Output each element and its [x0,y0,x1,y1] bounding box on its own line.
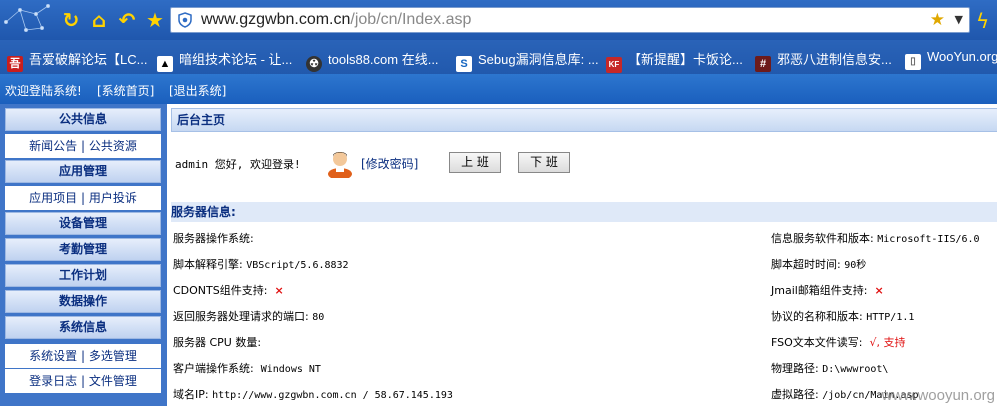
sidebar-item-projects-complaints[interactable]: 应用项目 | 用户投诉 [5,186,161,210]
sidebar-section-attendance[interactable]: 考勤管理 [5,238,161,261]
info-label: 信息服务软件和版本: Microsoft-IIS/6.0 [771,232,980,245]
clock-out-button[interactable]: 下 班 [518,152,570,173]
sidebar-section-public-info[interactable]: 公共信息 [5,108,161,131]
info-label: Jmail邮箱组件支持: × [771,284,884,297]
bookmark-item[interactable]: S Sebug漏洞信息库: ... [456,49,599,72]
info-label: 服务器 CPU 数量: [173,336,262,349]
bookmark-item[interactable]: ▯ WooYun.org [905,49,997,70]
sidebar-item-settings-multiselect[interactable]: 系统设置 | 多选管理 [5,344,161,368]
sidebar-section-app-management[interactable]: 应用管理 [5,160,161,183]
cross-icon: × [274,284,284,297]
cross-icon: × [874,284,884,297]
refresh-icon[interactable]: ↻ [60,9,82,31]
info-label: CDONTS组件支持: × [173,284,284,297]
shield-icon [178,12,192,28]
user-avatar-icon [328,152,352,178]
sidebar-section-data-operations[interactable]: 数据操作 [5,290,161,313]
bookmark-item[interactable]: 吾吾爱破解论坛【LC... [7,49,147,72]
browser-nav-bar: ↻ ⌂ ↶ ★ www.gzgwbn.com.cn/job/cn/Index.a… [0,0,997,40]
info-label: 服务器操作系统: [173,232,254,245]
info-row: 脚本解释引擎: VBScript/5.6.8832 脚本超时时间: 90秒 [171,250,997,276]
home-icon[interactable]: ⌂ [88,9,110,31]
sidebar-section-system-info[interactable]: 系统信息 [5,316,161,339]
52pojie-icon: 吾 [7,56,23,72]
main-content: 后台主页 admin 您好, 欢迎登录! [修改密码] 上 班 下 班 服务器信… [165,104,997,406]
kafan-icon: KF [606,57,622,73]
watermark: www.wooyun.org [881,387,995,404]
welcome-text: 欢迎登陆系统! [5,84,82,98]
sidebar: 公共信息 新闻公告 | 公共资源 应用管理 应用项目 | 用户投诉 设备管理 考… [0,104,165,406]
bookmark-item[interactable]: KF 【新提醒】卡饭论... [606,49,743,73]
info-row: 服务器操作系统: 信息服务软件和版本: Microsoft-IIS/6.0 [171,224,997,250]
info-label: 客户端操作系统: Windows NT [173,362,321,375]
tools88-icon: ☢ [306,56,322,72]
sebug-icon: S [456,56,472,72]
info-row: CDONTS组件支持: × Jmail邮箱组件支持: × [171,276,997,302]
sidebar-section-device-management[interactable]: 设备管理 [5,212,161,235]
info-label: 物理路径: D:\wwwroot\ [771,362,889,375]
bookmark-item[interactable]: # 邪恶八进制信息安... [755,49,892,72]
info-row: 域名IP: http://www.gzgwbn.com.cn / 58.67.1… [171,380,997,406]
clock-in-button[interactable]: 上 班 [449,152,501,173]
info-label: 脚本解释引擎: VBScript/5.6.8832 [173,258,349,271]
chevron-down-icon[interactable]: ▼ [955,13,963,26]
browser-logo-icon [4,4,51,32]
logout-link[interactable]: [退出系统] [169,82,226,99]
bookmark-item[interactable]: ▲ 暗组技术论坛 - 让... [157,49,292,72]
darkgroup-icon: ▲ [157,56,173,72]
info-label: FSO文本文件读写: √, 支持 [771,336,906,349]
eviloctal-icon: # [755,56,771,72]
bookmark-star-icon[interactable]: ★ [930,10,945,30]
bookmark-item[interactable]: ☢ tools88.com 在线... [306,49,439,72]
bookmarks-bar: 吾吾爱破解论坛【LC... ▲ 暗组技术论坛 - 让... ☢ tools88.co… [0,40,997,74]
info-label: 返回服务器处理请求的端口: 80 [173,310,325,323]
check-icon: √, 支持 [869,336,906,349]
sidebar-item-news-resources[interactable]: 新闻公告 | 公共资源 [5,134,161,158]
page-icon: ▯ [905,54,921,70]
sidebar-section-work-plan[interactable]: 工作计划 [5,264,161,287]
sidebar-item-logs-files[interactable]: 登录日志 | 文件管理 [5,369,161,393]
favorites-star-icon[interactable]: ★ [144,9,166,31]
panel-title: 后台主页 [171,108,997,132]
info-label: 协议的名称和版本: HTTP/1.1 [771,310,915,323]
server-info-heading: 服务器信息: [171,202,997,222]
app-top-bar: 欢迎登陆系统! [系统首页] [退出系统] [0,74,997,104]
info-row: 客户端操作系统: Windows NT 物理路径: D:\wwwroot\ [171,354,997,380]
info-row: 服务器 CPU 数量: FSO文本文件读写: √, 支持 [171,328,997,354]
info-label: 域名IP: http://www.gzgwbn.com.cn / 58.67.1… [173,388,453,401]
url-text: www.gzgwbn.com.cn/job/cn/Index.asp [201,11,472,28]
user-welcome-text: admin 您好, 欢迎登录! [175,158,301,171]
info-label: 脚本超时时间: 90秒 [771,258,867,271]
address-bar[interactable]: www.gzgwbn.com.cn/job/cn/Index.asp ★ ▼ [170,7,970,33]
change-password-link[interactable]: [修改密码] [361,155,418,172]
lightning-icon[interactable]: ϟ [976,9,989,33]
system-home-link[interactable]: [系统首页] [97,82,154,99]
info-row: 返回服务器处理请求的端口: 80 协议的名称和版本: HTTP/1.1 [171,302,997,328]
back-icon[interactable]: ↶ [116,9,138,31]
